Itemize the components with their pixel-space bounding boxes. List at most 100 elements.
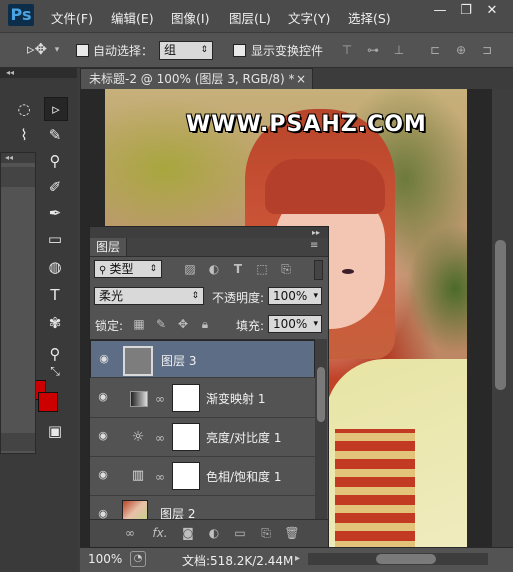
new-layer-icon[interactable]: ⎘ (258, 525, 274, 541)
minimize-button[interactable]: — (430, 2, 450, 20)
layer-name[interactable]: 图层 2 (160, 505, 195, 520)
select-arrows-icon: ⇕ (149, 264, 157, 274)
filter-toggle[interactable] (314, 260, 323, 280)
visibility-eye-icon[interactable]: ◉ (96, 468, 110, 482)
layer-row[interactable]: ◉ ▥ ∞ 色相/饱和度 1 (90, 457, 315, 496)
menu-select[interactable]: 选择(S) (348, 8, 391, 27)
zoom-level[interactable]: 100% (88, 552, 122, 566)
gradient-map-icon (130, 391, 148, 407)
delete-layer-icon[interactable]: 🗑︎ (284, 525, 300, 541)
panel-collapse-icon[interactable]: ◂◂ (1, 153, 35, 163)
layer-name[interactable]: 图层 3 (161, 352, 196, 369)
lock-transparent-icon[interactable]: ▦ (132, 316, 146, 332)
type-icon[interactable]: T (44, 284, 66, 306)
stamp-icon[interactable]: ✒ (44, 202, 66, 224)
visibility-eye-icon[interactable]: ◉ (97, 352, 111, 366)
preset-dropdown-icon[interactable]: ▾ (52, 42, 62, 58)
layer-row[interactable]: ◉ 图层 3 (90, 340, 315, 378)
menu-type[interactable]: 文字(Y) (288, 8, 330, 27)
close-tab-icon[interactable]: × (296, 69, 306, 90)
auto-select-target-select[interactable]: 组 ⇕ (159, 41, 213, 60)
layers-footer: ∞ fx. ◙ ◐ ▭ ⎘ 🗑︎ (90, 519, 328, 547)
adjustment-filter-icon[interactable]: ◐ (206, 261, 222, 277)
align-left-icon[interactable]: ⊏ (428, 43, 442, 57)
show-transform-checkbox[interactable] (233, 44, 246, 57)
close-button[interactable]: ✕ (482, 2, 502, 20)
align-horizontal-center-icon[interactable]: ⊕ (454, 43, 468, 57)
opacity-field[interactable]: 100% ▾ (268, 287, 322, 305)
smart-object-filter-icon[interactable]: ⎘ (278, 261, 294, 277)
add-mask-icon[interactable]: ◙ (180, 525, 196, 541)
menu-layer[interactable]: 图层(L) (229, 8, 271, 27)
panel-menu-icon[interactable]: ≡ (310, 240, 318, 251)
layer-mask-thumbnail[interactable] (172, 423, 200, 451)
tab-layers[interactable]: 图层 (90, 238, 127, 256)
align-bottom-icon[interactable]: ⊥ (392, 43, 406, 57)
layers-scrollbar[interactable] (315, 339, 327, 519)
quick-mask-icon[interactable]: ▣ (44, 420, 66, 442)
bangs-shape (265, 159, 385, 214)
lock-label: 锁定: (95, 319, 124, 333)
scarf-shape (335, 429, 415, 547)
layer-name[interactable]: 渐变映射 1 (206, 390, 265, 407)
panel-collapse-bar[interactable]: ▸▸ (90, 227, 328, 238)
menu-file[interactable]: 文件(F) (51, 8, 93, 27)
menu-edit[interactable]: 编辑(E) (111, 8, 154, 27)
layer-mask-thumbnail[interactable] (172, 384, 200, 412)
new-adjustment-icon[interactable]: ◐ (206, 525, 222, 541)
document-info: 文档:518.2K/2.44M (182, 554, 294, 568)
shape-filter-icon[interactable]: ⬚ (254, 261, 270, 277)
filter-kind-select[interactable]: ⚲ 类型 ⇕ (94, 260, 162, 278)
layer-row[interactable]: ◉ 图层 2 (90, 496, 315, 520)
swap-colors-icon[interactable]: ⤡ (44, 360, 66, 382)
layer-name[interactable]: 亮度/对比度 1 (206, 429, 282, 446)
gradient-icon[interactable]: ▭ (44, 228, 66, 250)
layer-mask-thumbnail[interactable] (172, 462, 200, 490)
select-arrows-icon: ⇕ (200, 45, 208, 55)
layer-row[interactable]: ◉ ☼ ∞ 亮度/对比度 1 (90, 418, 315, 457)
visibility-eye-icon[interactable]: ◉ (96, 390, 110, 404)
auto-select-checkbox[interactable] (76, 44, 89, 57)
layer-row[interactable]: ◉ ∞ 渐变映射 1 (90, 379, 315, 418)
align-vertical-center-icon[interactable]: ⊶ (366, 43, 380, 57)
chevron-down-icon: ▾ (313, 291, 318, 301)
document-tab[interactable]: 未标题-2 @ 100% (图层 3, RGB/8) * × (80, 68, 313, 89)
link-icon: ∞ (155, 470, 165, 484)
align-right-icon[interactable]: ⊐ (480, 43, 494, 57)
lock-position-icon[interactable]: ✥ (176, 316, 190, 332)
fill-field[interactable]: 100% ▾ (268, 315, 322, 333)
export-icon[interactable]: ◔ (130, 551, 146, 567)
lock-all-icon[interactable]: 🔒︎ (198, 316, 212, 332)
blur-icon[interactable]: ◍ (44, 256, 66, 278)
watermark-text: WWW.PSAHZ.COM (186, 112, 427, 137)
lock-pixels-icon[interactable]: ✎ (154, 316, 168, 332)
fill-label: 填充: (236, 319, 265, 333)
move-tool-preset-icon[interactable]: ▹✥ (22, 41, 52, 57)
align-top-icon[interactable]: ⊤ (340, 43, 354, 57)
marquee-icon[interactable]: ◌ (13, 98, 35, 120)
fx-icon[interactable]: fx. (150, 525, 170, 541)
type-filter-icon[interactable]: T (230, 261, 246, 277)
custom-shape-icon[interactable]: ✾ (44, 312, 66, 334)
link-layers-icon[interactable]: ∞ (122, 525, 138, 541)
restore-button[interactable]: ❐ (456, 2, 476, 20)
horizontal-scroll-thumb[interactable] (376, 554, 436, 564)
lasso-icon[interactable]: ⌇ (13, 124, 35, 146)
collapsed-side-panel[interactable]: ◂◂ (0, 152, 36, 454)
eyedropper-icon[interactable]: ⚲ (44, 150, 66, 172)
quick-select-icon[interactable]: ✎ (44, 124, 66, 146)
brush-icon[interactable]: ✐ (44, 176, 66, 198)
move-icon[interactable]: ▹ (44, 97, 68, 121)
layers-scroll-thumb[interactable] (317, 367, 325, 422)
toolbar-collapse-icon[interactable]: ◂◂ (0, 68, 77, 78)
layer-name[interactable]: 色相/饱和度 1 (206, 468, 282, 485)
background-color-swatch[interactable] (38, 392, 58, 412)
pixel-filter-icon[interactable]: ▨ (182, 261, 198, 277)
menu-image[interactable]: 图像(I) (171, 8, 209, 27)
visibility-eye-icon[interactable]: ◉ (96, 429, 110, 443)
hue-saturation-icon: ▥ (131, 468, 145, 483)
new-group-icon[interactable]: ▭ (232, 525, 248, 541)
status-menu-icon[interactable]: ▸ (295, 553, 300, 564)
blend-mode-select[interactable]: 柔光 ⇕ (94, 287, 204, 305)
vertical-scroll-thumb[interactable] (495, 240, 506, 390)
